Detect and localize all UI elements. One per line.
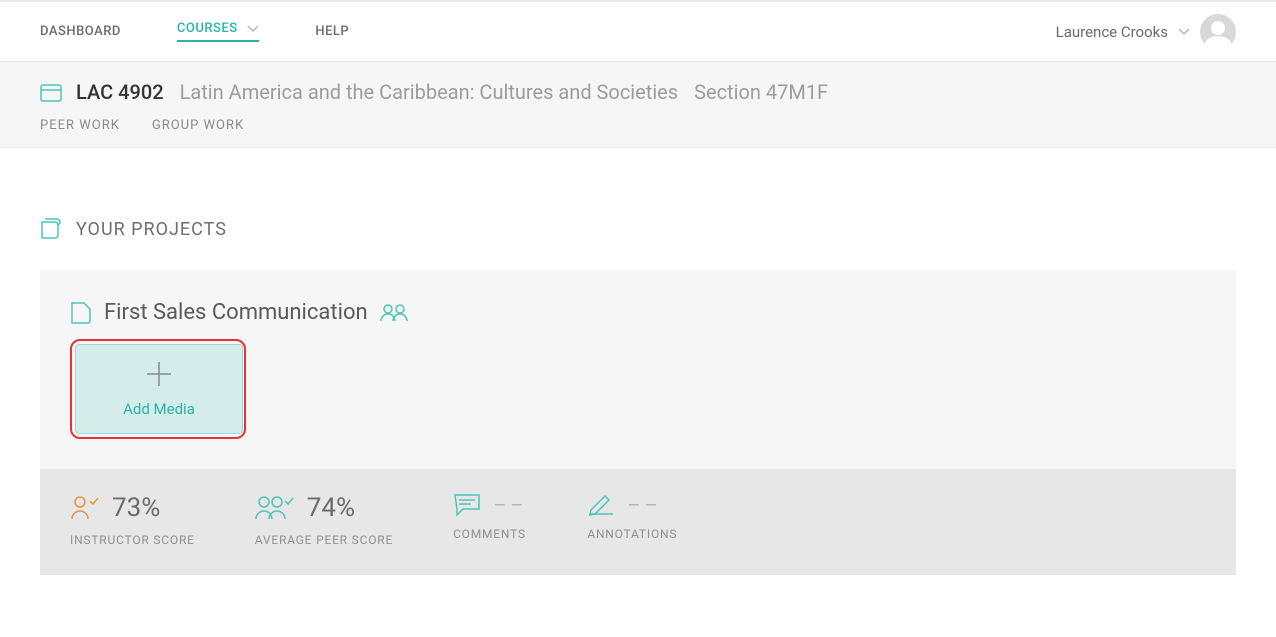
plus-icon bbox=[145, 360, 173, 388]
nav-courses-label: COURSES bbox=[177, 21, 238, 36]
projects-icon bbox=[40, 218, 66, 240]
pencil-icon bbox=[587, 494, 615, 516]
add-media-label: Add Media bbox=[123, 400, 195, 418]
avg-peer-score-value: 74% bbox=[307, 493, 355, 523]
section-header: YOUR PROJECTS bbox=[40, 218, 1236, 240]
avg-peer-score-label: AVERAGE PEER SCORE bbox=[255, 533, 393, 547]
file-icon bbox=[70, 301, 92, 325]
user-name: Laurence Crooks bbox=[1056, 23, 1168, 41]
comments-value: –– bbox=[493, 493, 527, 517]
nav-courses[interactable]: COURSES bbox=[177, 21, 259, 42]
instructor-score-label: INSTRUCTOR SCORE bbox=[70, 533, 195, 547]
content-area: YOUR PROJECTS First Sales Communication bbox=[0, 148, 1276, 615]
course-title: Latin America and the Caribbean: Culture… bbox=[180, 80, 679, 104]
person-check-icon bbox=[70, 495, 100, 521]
nav-dashboard[interactable]: DASHBOARD bbox=[40, 24, 121, 39]
work-tabs: PEER WORK GROUP WORK bbox=[40, 118, 1236, 133]
people-icon bbox=[380, 304, 408, 322]
course-code: LAC 4902 bbox=[76, 80, 164, 104]
tab-peer-work[interactable]: PEER WORK bbox=[40, 118, 120, 133]
comments-label: COMMENTS bbox=[453, 527, 527, 541]
add-media-button[interactable]: Add Media bbox=[75, 344, 243, 434]
course-section: Section 47M1F bbox=[694, 80, 828, 104]
comment-icon bbox=[453, 493, 481, 517]
tab-group-work[interactable]: GROUP WORK bbox=[152, 118, 244, 133]
window-icon bbox=[40, 84, 60, 100]
section-title: YOUR PROJECTS bbox=[76, 219, 227, 240]
project-title: First Sales Communication bbox=[104, 300, 368, 325]
project-header: First Sales Communication bbox=[40, 270, 1236, 339]
project-card: First Sales Communication bbox=[40, 270, 1236, 575]
add-media-area: Add Media bbox=[40, 339, 1236, 469]
nav-help[interactable]: HELP bbox=[315, 24, 349, 39]
main-nav: DASHBOARD COURSES HELP bbox=[40, 21, 349, 42]
stats-bar: 73% INSTRUCTOR SCORE 74% bbox=[40, 469, 1236, 575]
stat-instructor-score: 73% INSTRUCTOR SCORE bbox=[70, 493, 195, 547]
people-check-icon bbox=[255, 495, 295, 521]
stat-comments: –– COMMENTS bbox=[453, 493, 527, 547]
chevron-down-icon bbox=[247, 25, 259, 33]
highlight-annotation: Add Media bbox=[70, 339, 246, 439]
avatar bbox=[1200, 14, 1236, 50]
instructor-score-value: 73% bbox=[112, 493, 160, 523]
chevron-down-icon bbox=[1178, 28, 1190, 36]
stat-annotations: –– ANNOTATIONS bbox=[587, 493, 677, 547]
course-subheader: LAC 4902 Latin America and the Caribbean… bbox=[0, 62, 1276, 148]
course-row: LAC 4902 Latin America and the Caribbean… bbox=[40, 80, 1236, 104]
annotations-label: ANNOTATIONS bbox=[587, 527, 677, 541]
user-menu[interactable]: Laurence Crooks bbox=[1056, 14, 1236, 50]
topbar: DASHBOARD COURSES HELP Laurence Crooks bbox=[0, 2, 1276, 62]
stat-avg-peer-score: 74% AVERAGE PEER SCORE bbox=[255, 493, 393, 547]
annotations-value: –– bbox=[627, 493, 661, 517]
